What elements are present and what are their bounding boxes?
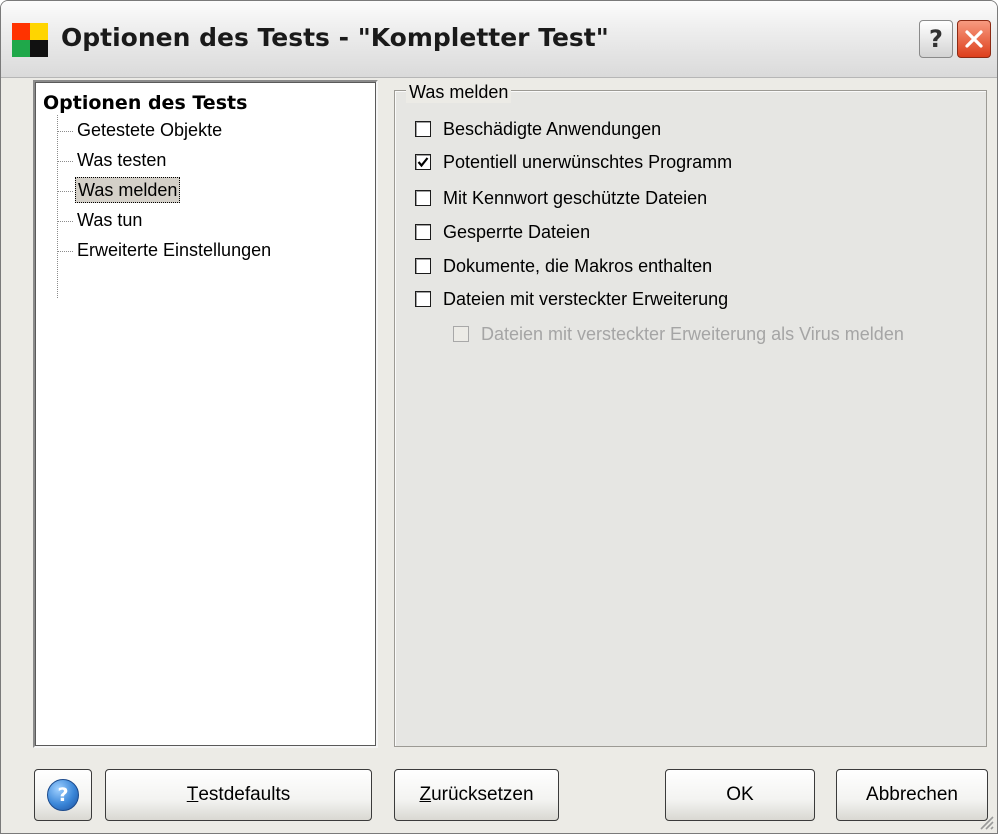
- tree-branch-line: [57, 131, 73, 132]
- tree-item-label[interactable]: Getestete Objekte: [75, 118, 224, 142]
- checkbox[interactable]: [415, 154, 431, 170]
- tree-branch-line: [57, 161, 73, 162]
- button-label: Abbrechen: [866, 784, 958, 805]
- title-close-button[interactable]: [957, 20, 991, 58]
- checkbox[interactable]: [415, 190, 431, 206]
- checkbox[interactable]: [415, 121, 431, 137]
- ok-button[interactable]: OK: [665, 769, 815, 821]
- option-potentiell-unerwuenschtes-programm[interactable]: Potentiell unerwünschtes Programm: [415, 150, 732, 174]
- question-mark-glyph: ?: [57, 784, 69, 806]
- button-label: OK: [726, 784, 754, 805]
- tree-item-label[interactable]: Was testen: [75, 148, 168, 172]
- options-tree[interactable]: Optionen des Tests Getestete Objekte Was…: [33, 80, 378, 748]
- option-label[interactable]: Potentiell unerwünschtes Programm: [443, 152, 732, 173]
- resize-grip-icon[interactable]: [975, 811, 995, 831]
- accelerator-key: T: [186, 784, 199, 805]
- option-label[interactable]: Gesperrte Dateien: [443, 222, 590, 243]
- tree-branch-line: [57, 251, 73, 252]
- option-label[interactable]: Dokumente, die Makros enthalten: [443, 256, 712, 277]
- options-dialog: Optionen des Tests - "Kompletter Test" ?…: [0, 0, 998, 834]
- groupbox-legend: Was melden: [406, 82, 512, 103]
- tree-branch-line: [57, 191, 73, 192]
- option-label[interactable]: Dateien mit versteckter Erweiterung: [443, 289, 728, 310]
- button-label: estdefaults: [198, 784, 291, 805]
- checkbox[interactable]: [415, 291, 431, 307]
- accelerator-key: Z: [419, 784, 432, 805]
- testdefaults-button[interactable]: Testdefaults: [105, 769, 372, 821]
- zuruecksetzen-button[interactable]: Zurücksetzen: [394, 769, 559, 821]
- window-title: Optionen des Tests - "Kompletter Test": [61, 23, 609, 52]
- tree-branch-line: [57, 221, 73, 222]
- option-beschaedigte-anwendungen[interactable]: Beschädigte Anwendungen: [415, 117, 661, 141]
- option-versteckte-erweiterung[interactable]: Dateien mit versteckter Erweiterung: [415, 287, 728, 311]
- help-button[interactable]: ?: [34, 769, 92, 821]
- title-bar[interactable]: Optionen des Tests - "Kompletter Test" ?: [1, 1, 997, 78]
- option-label: Dateien mit versteckter Erweiterung als …: [481, 323, 904, 344]
- option-gesperrte-dateien[interactable]: Gesperrte Dateien: [415, 220, 590, 244]
- checkbox[interactable]: [415, 258, 431, 274]
- option-label[interactable]: Mit Kennwort geschützte Dateien: [443, 188, 707, 209]
- abbrechen-button[interactable]: Abbrechen: [836, 769, 988, 821]
- tree-connector-line: [57, 115, 58, 298]
- question-mark-icon: ?: [929, 25, 943, 53]
- tree-item-label[interactable]: Was melden: [75, 177, 181, 203]
- option-als-virus-melden: Dateien mit versteckter Erweiterung als …: [453, 322, 904, 346]
- button-label: urücksetzen: [431, 784, 534, 805]
- option-label[interactable]: Beschädigte Anwendungen: [443, 119, 661, 140]
- tree-item-label[interactable]: Erweiterte Einstellungen: [75, 238, 273, 262]
- title-help-button[interactable]: ?: [919, 20, 953, 58]
- option-dokumente-makros[interactable]: Dokumente, die Makros enthalten: [415, 254, 712, 278]
- checkbox-disabled: [453, 326, 469, 342]
- close-x-icon: [965, 30, 983, 48]
- option-kennwort-geschuetzte-dateien[interactable]: Mit Kennwort geschützte Dateien: [415, 186, 707, 210]
- tree-root-label[interactable]: Optionen des Tests: [43, 92, 247, 114]
- tree-item-label[interactable]: Was tun: [75, 208, 144, 232]
- checkmark-icon: [417, 157, 429, 168]
- app-icon: [12, 23, 48, 57]
- help-circle-icon: ?: [47, 779, 79, 811]
- checkbox[interactable]: [415, 224, 431, 240]
